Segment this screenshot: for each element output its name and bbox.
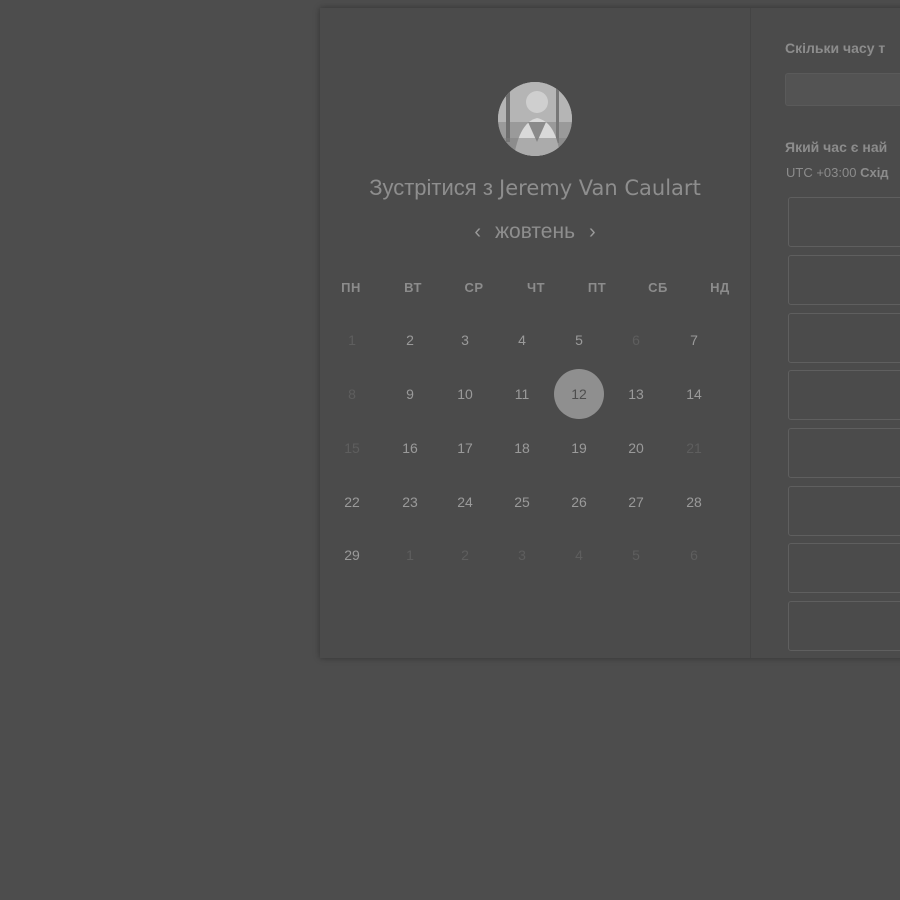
calendar-day[interactable]: 9: [385, 369, 435, 419]
time-slot[interactable]: [788, 370, 900, 420]
time-slot[interactable]: [788, 486, 900, 536]
time-label: Який час є най: [785, 139, 888, 155]
calendar-day-disabled: 1: [348, 332, 356, 348]
duration-select[interactable]: [785, 73, 900, 106]
calendar-grid: 1 2 3 4 5 6 7 8 9 10 11 12 13 14 15 16 17 18 19 20 21 22 23 24 2…: [320, 8, 750, 658]
timezone-name: Схід: [860, 165, 889, 180]
calendar-day-disabled: 15: [344, 440, 360, 456]
time-slot[interactable]: [788, 255, 900, 305]
time-slot[interactable]: [788, 601, 900, 651]
calendar-day[interactable]: 5: [554, 315, 604, 365]
booking-card: Зустрітися з Jeremy Van Caulart ‹ жовтен…: [320, 8, 900, 658]
time-slot[interactable]: [788, 197, 900, 247]
calendar-day[interactable]: 2: [385, 315, 435, 365]
calendar-day-disabled: 6: [690, 547, 698, 563]
calendar-day[interactable]: 10: [440, 369, 490, 419]
time-selection-panel: Скільки часу т Який час є най UTC +03:00…: [751, 8, 900, 658]
time-slot[interactable]: [788, 543, 900, 593]
calendar-day-disabled: 2: [461, 547, 469, 563]
calendar-day[interactable]: 4: [497, 315, 547, 365]
calendar-day[interactable]: 3: [440, 315, 490, 365]
calendar-day-disabled: 1: [406, 547, 414, 563]
calendar-day[interactable]: 29: [327, 530, 377, 580]
calendar-day[interactable]: 22: [327, 477, 377, 527]
calendar-day[interactable]: 25: [497, 477, 547, 527]
time-slot[interactable]: [788, 428, 900, 478]
calendar-day-disabled: 3: [518, 547, 526, 563]
calendar-day[interactable]: 16: [385, 423, 435, 473]
timezone-label[interactable]: UTC +03:00 Схід: [786, 165, 889, 180]
calendar-panel: Зустрітися з Jeremy Van Caulart ‹ жовтен…: [320, 8, 751, 658]
calendar-day[interactable]: 11: [497, 369, 547, 419]
calendar-day[interactable]: 14: [669, 369, 719, 419]
calendar-day-disabled: 21: [686, 440, 702, 456]
time-slot[interactable]: [788, 313, 900, 363]
calendar-day[interactable]: 27: [611, 477, 661, 527]
calendar-day[interactable]: 26: [554, 477, 604, 527]
calendar-day[interactable]: 28: [669, 477, 719, 527]
calendar-day-disabled: 4: [575, 547, 583, 563]
calendar-day[interactable]: 19: [554, 423, 604, 473]
calendar-day[interactable]: 13: [611, 369, 661, 419]
calendar-day[interactable]: 20: [611, 423, 661, 473]
calendar-day[interactable]: 7: [669, 315, 719, 365]
calendar-day[interactable]: 23: [385, 477, 435, 527]
duration-label: Скільки часу т: [785, 40, 886, 56]
calendar-day[interactable]: 24: [440, 477, 490, 527]
calendar-day[interactable]: 18: [497, 423, 547, 473]
calendar-day-selected[interactable]: 12: [554, 369, 604, 419]
calendar-day[interactable]: 17: [440, 423, 490, 473]
calendar-day-disabled: 6: [632, 332, 640, 348]
timezone-offset: UTC +03:00: [786, 165, 857, 180]
calendar-day-disabled: 5: [632, 547, 640, 563]
calendar-day-disabled: 8: [348, 386, 356, 402]
